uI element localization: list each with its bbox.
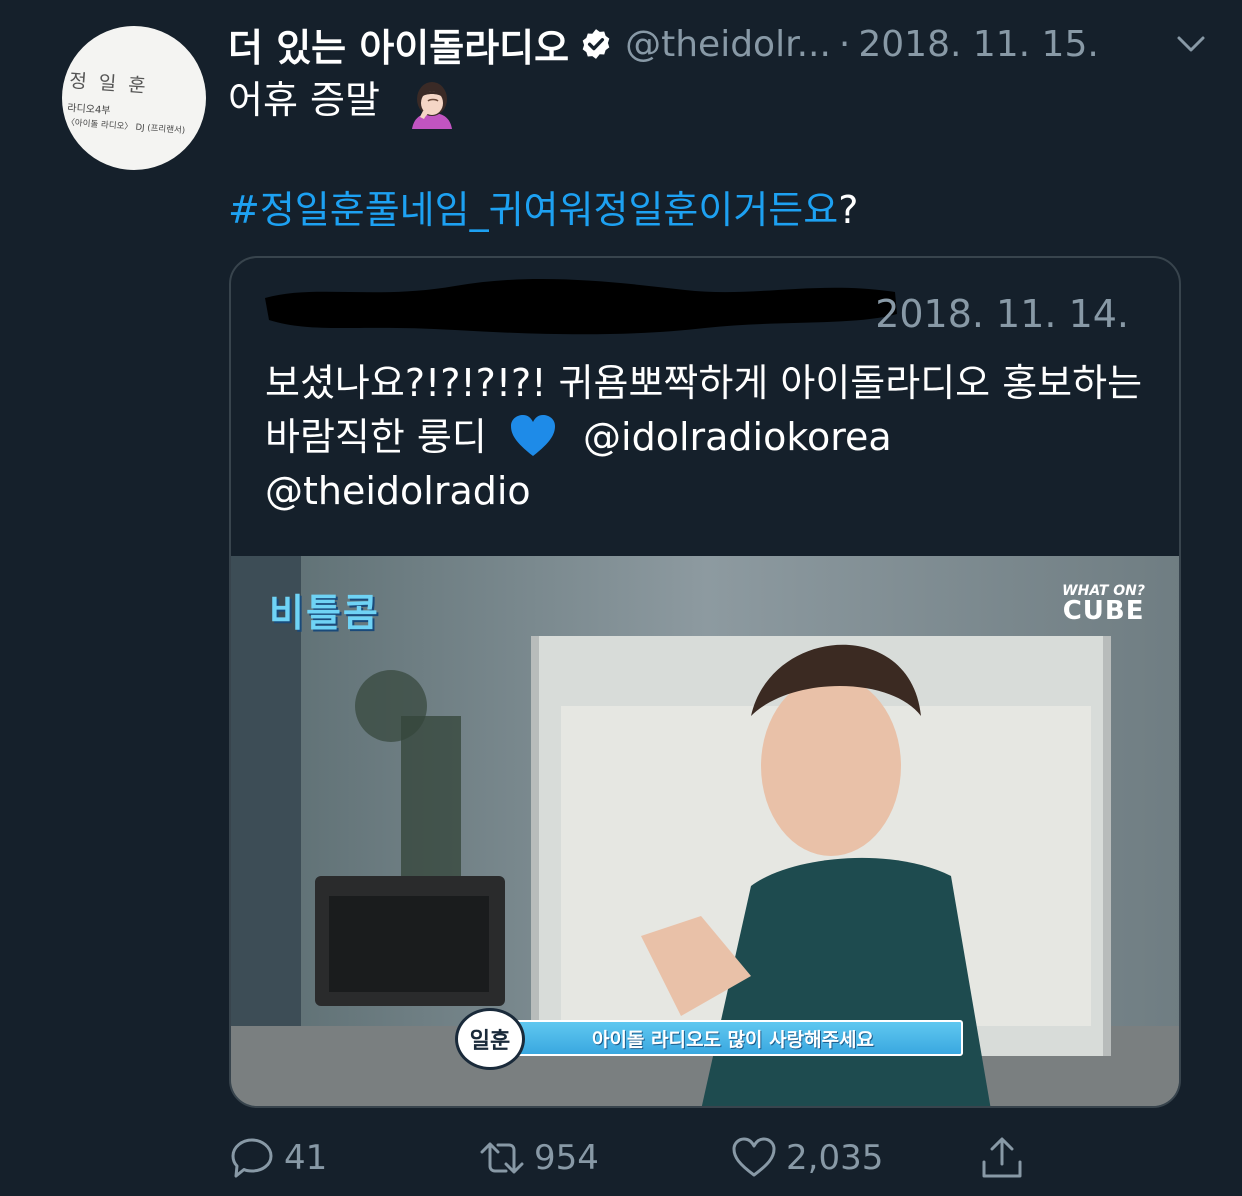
chevron-down-icon[interactable] (1174, 28, 1208, 58)
caption-speaker: 일훈 (455, 1008, 525, 1070)
mention-link[interactable]: @theidolradio (265, 469, 531, 513)
hashtag-link[interactable]: #정일훈풀네임_귀여워정일훈이거든요 (228, 188, 838, 232)
share-button[interactable] (978, 1128, 1034, 1188)
share-icon (982, 1137, 1022, 1178)
like-button[interactable]: 2,035 (730, 1128, 883, 1188)
quoted-tweet-timestamp[interactable]: 2018. 11. 14. (875, 292, 1129, 336)
like-count: 2,035 (786, 1138, 884, 1178)
caption-text: 아이돌 라디오도 많이 사랑해주세요 (503, 1020, 963, 1056)
quoted-tweet[interactable]: 2018. 11. 14. 보셨나요?!?!?!?! 귀욤뽀짝하게 아이돌라디오… (229, 256, 1181, 1108)
blue-heart-emoji-icon (510, 415, 555, 456)
tweet-text-line: 어휴 증말 (228, 78, 380, 122)
separator-dot: · (838, 23, 851, 65)
tweet-header: 더 있는 아이돌라디오 @theidolr... · 2018. 11. 15. (228, 14, 1208, 74)
video-thumbnail[interactable]: 비틀콤 WHAT ON? CUBE 일훈 아이돌 라디오도 많이 사랑해주세요 (231, 556, 1179, 1106)
channel-logo-line2: CUBE (1062, 596, 1145, 626)
tweet: 정 일 훈 라디오4부 〈아이돌 라디오〉 DJ (프리랜서) 더 있는 아이돌… (0, 0, 1242, 1196)
show-logo: 비틀콤 (269, 591, 380, 635)
hashtag-suffix: ? (838, 188, 859, 232)
reply-count: 41 (284, 1138, 328, 1178)
user-handle[interactable]: @theidolr... (625, 24, 831, 65)
avatar-card: 정 일 훈 라디오4부 〈아이돌 라디오〉 DJ (프리랜서) (66, 66, 189, 136)
reply-button[interactable]: 41 (228, 1128, 327, 1188)
redaction-scribble (265, 278, 897, 335)
mention-link[interactable]: @idolradiokorea (583, 415, 892, 459)
tweet-actions: 41 954 2,035 (228, 1128, 1108, 1188)
tweet-text: 어휴 증말 (228, 72, 1188, 129)
channel-logo: WHAT ON? CUBE (1062, 584, 1145, 624)
reply-icon (231, 1138, 273, 1178)
facepalm-emoji-icon (412, 81, 453, 129)
tweet-timestamp[interactable]: 2018. 11. 15. (858, 24, 1098, 65)
retweet-icon (480, 1142, 524, 1174)
hashtag-line: #정일훈풀네임_귀여워정일훈이거든요? (228, 182, 858, 238)
retweet-button[interactable]: 954 (478, 1128, 599, 1188)
quoted-tweet-text: 보셨나요?!?!?!?! 귀욤뽀짝하게 아이돌라디오 홍보하는 바람직한 룽디 … (265, 356, 1145, 518)
like-icon (732, 1137, 776, 1177)
retweet-count: 954 (534, 1138, 599, 1178)
display-name[interactable]: 더 있는 아이돌라디오 (228, 17, 569, 72)
avatar-name: 정 일 훈 (68, 69, 150, 98)
verified-badge-icon (582, 29, 610, 59)
avatar[interactable]: 정 일 훈 라디오4부 〈아이돌 라디오〉 DJ (프리랜서) (62, 26, 206, 170)
